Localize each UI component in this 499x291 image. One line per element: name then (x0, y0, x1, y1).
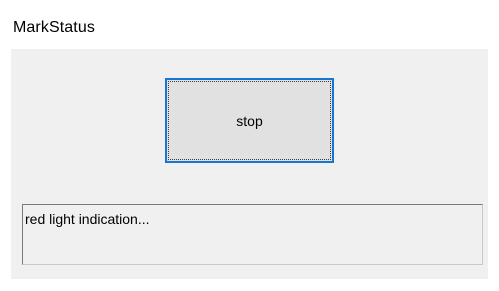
status-display: red light indication... (22, 204, 483, 265)
status-text: red light indication... (25, 211, 150, 227)
stop-button-label: stop (236, 112, 263, 129)
window-title: MarkStatus (13, 19, 95, 36)
stop-button[interactable]: stop (165, 78, 334, 163)
markstatus-window: MarkStatus stop red light indication... (0, 0, 499, 291)
